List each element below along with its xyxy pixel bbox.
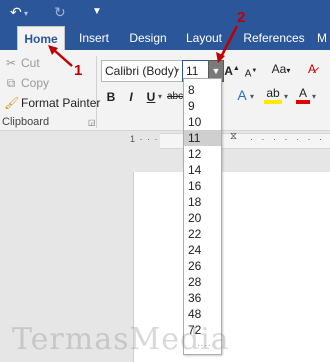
annotation-arrow-1 xyxy=(53,49,73,67)
annotation-overlay xyxy=(48,25,239,67)
annotation-arrow-2 xyxy=(219,25,239,58)
annotation-label-2: 2 xyxy=(237,9,246,26)
annotation-label-1: 1 xyxy=(74,62,83,79)
watermark: TermasMedia xyxy=(12,322,230,357)
